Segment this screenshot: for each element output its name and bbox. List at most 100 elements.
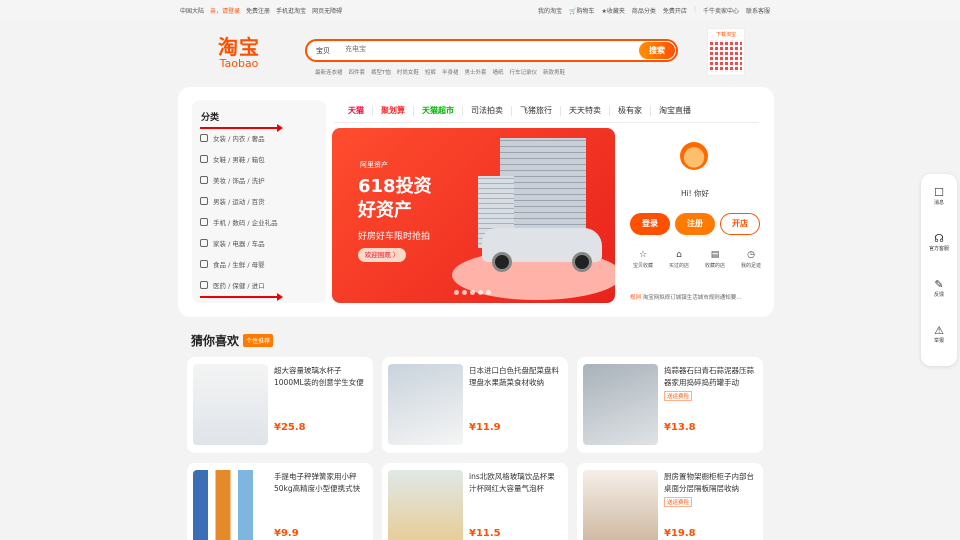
category-item[interactable]: 医药 / 保健 / 进口 — [200, 280, 265, 290]
hotword-link[interactable]: 行车记录仪 — [509, 68, 537, 76]
sidebar-item-report[interactable]: ⚠ 举报 — [921, 324, 957, 344]
category-label: 医药 / 保健 / 进口 — [213, 282, 265, 290]
product-card[interactable]: 超大容量玻璃水杯子1000ML装的创意学生女便 ¥25.8 — [187, 357, 373, 453]
hotword-link[interactable]: 半身裙 — [442, 68, 459, 76]
channel-juhuasuan[interactable]: 聚划算 — [373, 106, 414, 116]
channel-nav: 天猫 聚划算 天猫超市 司法拍卖 飞猪旅行 天天特卖 极有家 淘宝直播 — [334, 100, 759, 123]
category-label: 女鞋 / 男鞋 / 箱包 — [213, 156, 265, 164]
carousel-dots[interactable] — [454, 290, 491, 295]
search-bar: 宝贝 搜索 — [305, 39, 678, 62]
product-image — [583, 470, 658, 540]
product-card[interactable]: ins北欧风格玻璃饮品杯果汁杯网红大容量气泡杯 ¥11.5 — [382, 463, 568, 540]
category-item[interactable]: 女装 / 内衣 / 奢品 — [200, 133, 265, 143]
product-card[interactable]: 捣蒜器石臼青石蒜泥器压蒜器家用捣碎捣药罐手动 送运费险 ¥13.8 — [577, 357, 763, 453]
category-item[interactable]: 家装 / 电器 / 车品 — [200, 238, 265, 248]
my-taobao-link[interactable]: 我的淘宝 — [538, 6, 562, 15]
product-card[interactable]: 手提电子秤弹簧家用小秤50kg高精度小型便携式快 ¥9.9 — [187, 463, 373, 540]
history-link[interactable]: ◷ 我的足迹 — [735, 250, 767, 269]
category-item[interactable]: 男装 / 运动 / 百货 — [200, 196, 265, 206]
sidebar-label: 官方客服 — [928, 246, 949, 252]
search-category-select[interactable]: 宝贝 — [316, 46, 330, 56]
saved-shops-link[interactable]: ▤ 收藏的店 — [699, 250, 731, 269]
bag-icon: ⌂ — [676, 250, 682, 260]
category-label: 食品 / 生鲜 / 母婴 — [213, 261, 265, 269]
category-item[interactable]: 食品 / 生鲜 / 母婴 — [200, 259, 265, 269]
clothing-icon — [200, 134, 208, 142]
clock-icon: ◷ — [747, 250, 755, 260]
category-label: 手机 / 数码 / 企业礼品 — [213, 219, 278, 227]
hot-search-words: 最新连衣裙 四件套 裤型T恤 时尚女鞋 短裤 半身裙 男士外套 墙纸 行车记录仪… — [315, 68, 565, 76]
channel-fliggy[interactable]: 飞猪旅行 — [512, 106, 561, 116]
sidebar-item-messages[interactable]: ☐ 消息 — [921, 186, 957, 206]
hotword-link[interactable]: 墙纸 — [492, 68, 503, 76]
sofa-icon — [200, 239, 208, 247]
category-item[interactable]: 女鞋 / 男鞋 / 箱包 — [200, 154, 265, 164]
star-outline-icon: ☆ — [638, 250, 648, 260]
banner-headline: 618投资 — [358, 176, 432, 197]
shortcut-label: 收藏的店 — [704, 263, 725, 269]
login-link[interactable]: 亲，请登录 — [210, 6, 240, 15]
open-shop-link[interactable]: 免费开店 — [663, 6, 687, 15]
shoe-icon — [200, 155, 208, 163]
banner-headline-2: 好资产 — [358, 200, 412, 221]
product-card[interactable]: 厨房置物架橱柜柜子内部台桌面分层隔板隔层收纳 送运费险 ¥19.8 — [577, 463, 763, 540]
cosmetics-icon — [200, 176, 208, 184]
mobile-link[interactable]: 手机逛淘宝 — [276, 6, 306, 15]
notice-link[interactable]: 规则 淘宝网拟修订城镇生活城市规则通知要... — [630, 293, 742, 301]
product-name: 日本进口白色托盘配菜盘料理盘水果蔬菜食材收纳 — [469, 366, 559, 387]
shortcut-label: 买过的店 — [668, 263, 689, 269]
channel-daily-sale[interactable]: 天天特卖 — [561, 106, 610, 116]
right-sidebar: ☐ 消息 ☊ 官方客服 ✎ 反馈 ⚠ 举报 — [921, 174, 957, 366]
taobao-logo[interactable]: 淘宝 Taobao — [218, 36, 260, 70]
accessibility-link[interactable]: 网页无障碍 — [312, 6, 342, 15]
hotword-link[interactable]: 男士外套 — [464, 68, 486, 76]
channel-tmall-supermarket[interactable]: 天猫超市 — [414, 106, 463, 116]
register-link[interactable]: 免费注册 — [246, 6, 270, 15]
product-card[interactable]: 日本进口白色托盘配菜盘料理盘水果蔬菜食材收纳 ¥11.9 — [382, 357, 568, 453]
sidebar-label: 举报 — [933, 338, 944, 344]
sidebar-label: 消息 — [933, 200, 944, 206]
category-item[interactable]: 手机 / 数码 / 企业礼品 — [200, 217, 278, 227]
divider: | — [693, 6, 696, 13]
sidebar-label: 反馈 — [933, 292, 944, 298]
category-item[interactable]: 美妆 / 饰品 / 洗护 — [200, 175, 265, 185]
hotword-link[interactable]: 短裤 — [425, 68, 436, 76]
search-button[interactable]: 搜索 — [639, 42, 675, 59]
bought-shops-link[interactable]: ⌂ 买过的店 — [663, 250, 695, 269]
product-price: ¥19.8 — [664, 528, 696, 539]
hotword-link[interactable]: 四件套 — [349, 68, 366, 76]
region-select[interactable]: 中国大陆 — [180, 6, 204, 15]
hotword-link[interactable]: 裤型T恤 — [371, 68, 391, 76]
edit-icon: ✎ — [934, 278, 944, 291]
hotword-link[interactable]: 新款男鞋 — [543, 68, 565, 76]
channel-judicial-auction[interactable]: 司法拍卖 — [463, 106, 512, 116]
headset-icon: ☊ — [934, 232, 944, 245]
login-button[interactable]: 登录 — [630, 213, 670, 235]
cart-link[interactable]: 🛒购物车 — [569, 6, 595, 15]
seller-center-link[interactable]: 千牛卖家中心 — [703, 6, 739, 15]
channel-tmall[interactable]: 天猫 — [334, 106, 373, 116]
banner-cta-button[interactable]: 欢迎围观 〉 — [358, 248, 406, 262]
channel-taobao-live[interactable]: 淘宝直播 — [651, 106, 699, 116]
warning-icon: ⚠ — [934, 324, 944, 337]
register-button[interactable]: 注册 — [675, 213, 715, 235]
promo-banner[interactable]: 阿里资产 618投资 好资产 好房好车限时抢拍 欢迎围观 〉 — [332, 128, 615, 303]
product-price: ¥25.8 — [274, 422, 306, 433]
message-icon: ☐ — [934, 186, 944, 199]
contact-service-link[interactable]: 联系客服 — [746, 6, 770, 15]
product-price: ¥9.9 — [274, 528, 299, 539]
category-link[interactable]: 商品分类 — [632, 6, 656, 15]
shirt-icon — [200, 197, 208, 205]
shortcut-label: 我的足迹 — [740, 263, 761, 269]
favorites-link[interactable]: ★收藏夹 — [602, 6, 625, 15]
hotword-link[interactable]: 时尚女鞋 — [397, 68, 419, 76]
hotword-link[interactable]: 最新连衣裙 — [315, 68, 343, 76]
notice-tag: 规则 — [630, 295, 642, 301]
sidebar-item-feedback[interactable]: ✎ 反馈 — [921, 278, 957, 298]
saved-items-link[interactable]: ☆ 宝贝收藏 — [627, 250, 659, 269]
sidebar-item-service[interactable]: ☊ 官方客服 — [921, 232, 957, 252]
search-input[interactable] — [345, 45, 595, 53]
download-app-qr[interactable]: 下载淘宝 — [707, 28, 745, 76]
open-shop-button[interactable]: 开店 — [720, 213, 760, 235]
channel-jiyoujia[interactable]: 极有家 — [610, 106, 651, 116]
